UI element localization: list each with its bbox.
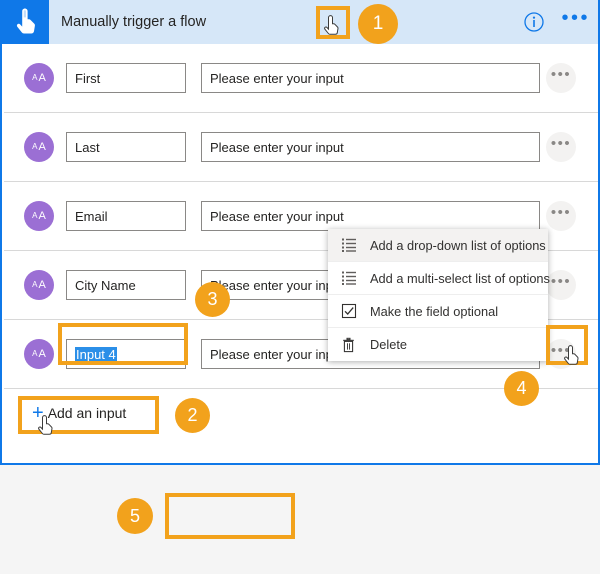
- menu-item-add-dropdown-list[interactable]: Add a drop-down list of options: [328, 229, 548, 262]
- text-format-aa-icon: AA: [24, 201, 54, 231]
- table-row: AA Last Please enter your input •••: [4, 113, 598, 182]
- input-label-field[interactable]: Email: [66, 201, 186, 231]
- row-context-menu: Add a drop-down list of options Add a mu…: [328, 229, 550, 361]
- badge-number: 2: [187, 405, 198, 425]
- menu-item-label: Make the field optional: [370, 303, 499, 319]
- text-format-aa-icon: AA: [24, 63, 54, 93]
- input-value-placeholder: Please enter your input: [210, 139, 344, 155]
- add-an-input-label: Add an input: [47, 405, 127, 421]
- input-value-field[interactable]: Please enter your input: [201, 201, 540, 231]
- step-badge-2: 2: [175, 398, 210, 433]
- menu-item-label: Add a multi-select list of options: [370, 270, 550, 286]
- row-overflow-button[interactable]: •••: [546, 63, 576, 93]
- input-value-field[interactable]: Please enter your input: [201, 63, 540, 93]
- input-value-placeholder: Please enter your input: [210, 346, 344, 362]
- input-label-value: Input 4: [75, 346, 117, 362]
- badge-number: 5: [129, 505, 140, 526]
- badge-number: 3: [207, 289, 218, 309]
- menu-item-add-multiselect-list[interactable]: Add a multi-select list of options: [328, 262, 550, 295]
- text-format-aa-icon: AA: [24, 132, 54, 162]
- trash-icon: [340, 336, 358, 354]
- add-an-input-button[interactable]: + Add an input: [24, 398, 157, 428]
- row-overflow-button[interactable]: •••: [546, 132, 576, 162]
- step-badge-4: 4: [504, 371, 539, 406]
- input-value-placeholder: Please enter your input: [210, 70, 344, 86]
- badge-number: 1: [372, 13, 384, 34]
- row-overflow-button[interactable]: •••: [546, 270, 576, 300]
- page-title: Manually trigger a flow: [61, 14, 207, 30]
- text-format-aa-icon: AA: [24, 339, 54, 369]
- text-format-aa-icon: AA: [24, 270, 54, 300]
- bulleted-list-icon: [340, 269, 358, 287]
- info-circle-icon[interactable]: [523, 11, 545, 33]
- bulleted-list-icon: [340, 236, 358, 254]
- step-badge-3: 3: [195, 282, 230, 317]
- row-overflow-button-active[interactable]: •••: [546, 339, 576, 369]
- footer-actions: + New step Save: [0, 465, 600, 574]
- step-badge-1: 1: [358, 4, 398, 44]
- checkbox-checked-icon: [340, 302, 358, 320]
- input-label-field-editing[interactable]: Input 4: [66, 339, 186, 369]
- table-row: AA First Please enter your input •••: [4, 44, 598, 113]
- touch-hand-icon: [2, 0, 49, 44]
- input-value-placeholder: Please enter your input: [210, 208, 344, 224]
- badge-number: 4: [516, 378, 527, 398]
- plus-icon: +: [32, 402, 44, 424]
- menu-item-label: Delete: [370, 337, 407, 352]
- input-label-value: First: [75, 70, 101, 86]
- header-actions: •••: [523, 0, 590, 44]
- input-label-value: Email: [75, 208, 108, 224]
- ellipsis-horizontal-icon[interactable]: •••: [561, 8, 590, 31]
- step-badge-5: 5: [117, 498, 153, 534]
- input-label-field[interactable]: Last: [66, 132, 186, 162]
- input-value-placeholder: Please enter your input: [210, 277, 344, 293]
- menu-item-label: Add a drop-down list of options: [370, 237, 546, 253]
- input-value-field[interactable]: Please enter your input: [201, 132, 540, 162]
- menu-item-delete[interactable]: Delete: [328, 328, 548, 361]
- row-overflow-button[interactable]: •••: [546, 201, 576, 231]
- menu-item-make-field-optional[interactable]: Make the field optional: [328, 295, 548, 328]
- input-label-value: City Name: [75, 277, 136, 293]
- card-header: Manually trigger a flow •••: [2, 0, 598, 44]
- input-label-field[interactable]: City Name: [66, 270, 186, 300]
- input-label-field[interactable]: First: [66, 63, 186, 93]
- input-label-value: Last: [75, 139, 100, 155]
- screenshot-root: Manually trigger a flow ••• AA First Ple…: [0, 0, 600, 574]
